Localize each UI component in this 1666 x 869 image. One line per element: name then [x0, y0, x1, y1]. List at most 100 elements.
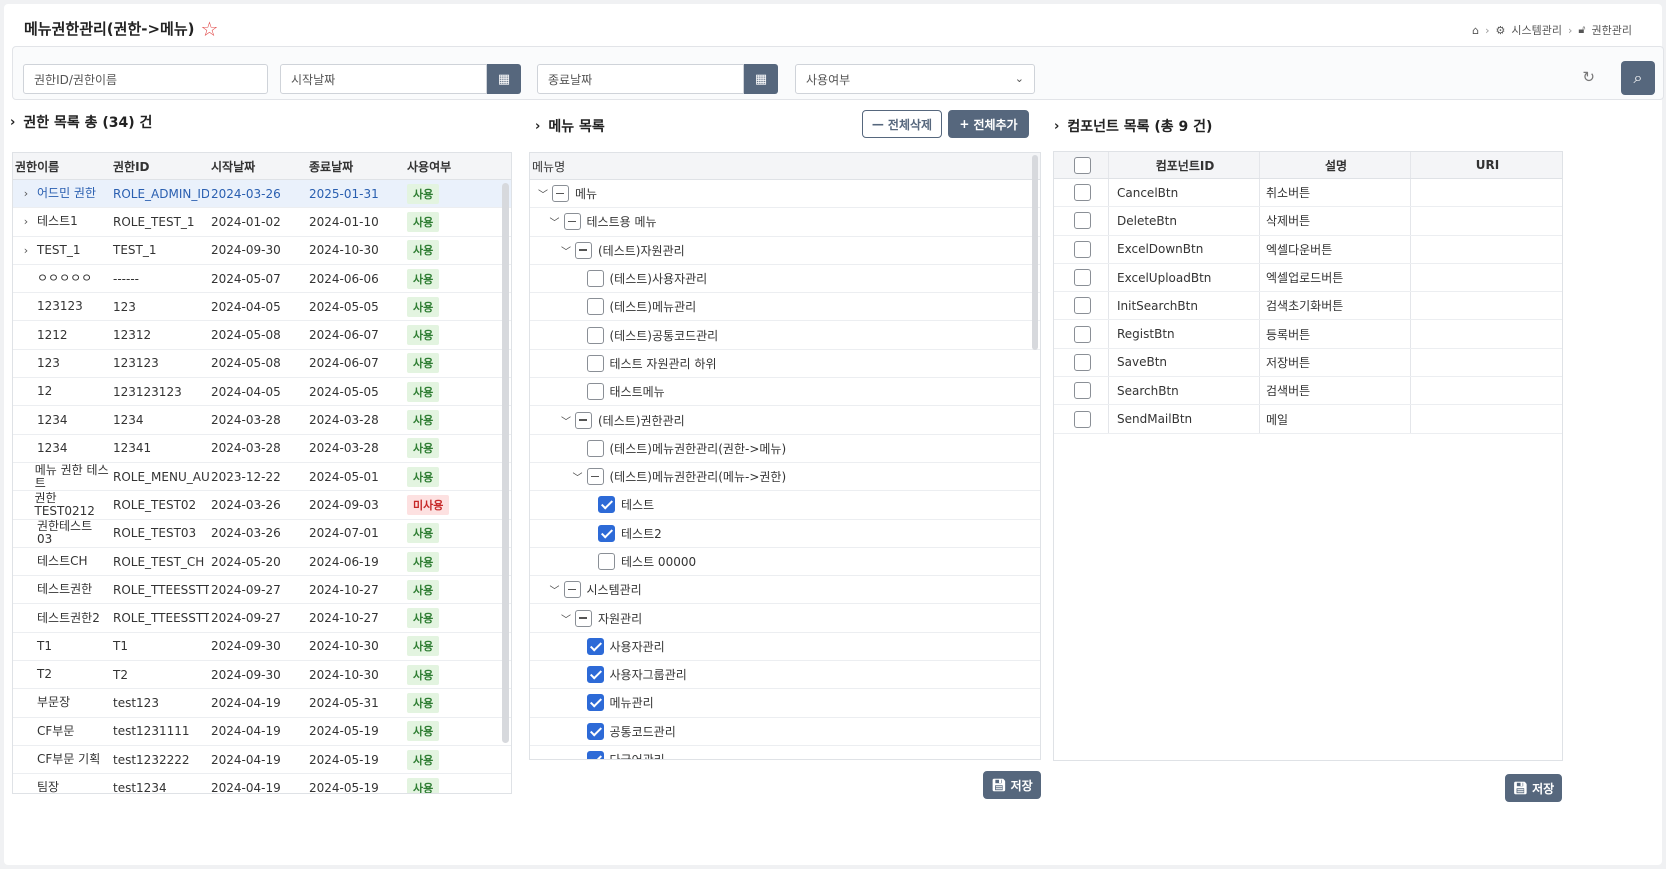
refresh-icon[interactable]: ↻: [1582, 68, 1595, 86]
use-select[interactable]: 사용여부 ⌄: [795, 64, 1035, 94]
breadcrumb-item-auth[interactable]: 권한관리: [1592, 22, 1632, 38]
col-comp-desc[interactable]: 설명: [1260, 152, 1411, 178]
favorite-star-icon[interactable]: ☆: [201, 19, 219, 39]
col-use[interactable]: 사용여부: [405, 158, 495, 175]
tree-checkbox[interactable]: [598, 496, 615, 514]
tree-item[interactable]: 테스트 00000: [530, 548, 1040, 577]
table-row[interactable]: 1234 1234 2024-03-28 2024-03-28 사용: [13, 406, 511, 435]
tree-checkbox[interactable]: [552, 185, 569, 203]
tree-item[interactable]: 테스트: [530, 491, 1040, 520]
table-row[interactable]: T1 T1 2024-09-30 2024-10-30 사용: [13, 633, 511, 662]
table-row[interactable]: CF부문 기획 test1232222 2024-04-19 2024-05-19 사용: [13, 746, 511, 775]
select-all-checkbox[interactable]: [1073, 156, 1091, 174]
tree-item[interactable]: ﹀ (테스트)메뉴권한관리(메뉴->권한): [530, 463, 1040, 492]
tree-checkbox[interactable]: [586, 751, 604, 759]
end-date-input[interactable]: 종료날짜: [537, 64, 744, 94]
menu-tree-scrollbar[interactable]: [1032, 155, 1038, 350]
row-checkbox[interactable]: [1073, 212, 1091, 230]
table-row[interactable]: 메뉴 권한 테스트 ROLE_MENU_AUTH2023-12-22 2024-05…: [13, 463, 511, 492]
table-row[interactable]: RegistBtn 등록버튼: [1054, 320, 1562, 349]
table-row[interactable]: SaveBtn 저장버튼: [1054, 348, 1562, 378]
table-row[interactable]: 권한테스트 03 ROLE_TEST03 2024-03-26 2024-07-01 사…: [13, 520, 511, 548]
table-row[interactable]: 12 123123123 2024-04-05 2024-05-05 사용: [13, 378, 511, 407]
table-row[interactable]: 테스트CH ROLE_TEST_CH 2024-05-20 2024-06-19 사용: [13, 548, 511, 577]
menu-save-button[interactable]: 💾︎ 저장: [983, 771, 1041, 799]
col-comp-id[interactable]: 컴포넌트ID: [1109, 152, 1260, 178]
tree-item[interactable]: 태스트메뉴: [530, 378, 1040, 407]
table-row[interactable]: 권한 TEST0212 ROLE_TEST02 2024-03-26 2024-09-…: [13, 491, 511, 520]
col-start-date[interactable]: 시작날짜: [209, 158, 307, 175]
tree-checkbox[interactable]: [586, 722, 604, 740]
add-all-button[interactable]: + 전체추가: [948, 110, 1029, 138]
row-checkbox[interactable]: [1073, 184, 1091, 202]
table-row[interactable]: 부문장 test123 2024-04-19 2024-05-31 사용: [13, 689, 511, 718]
tree-item[interactable]: (테스트)메뉴관리: [530, 293, 1040, 322]
search-button[interactable]: ⌕: [1621, 61, 1655, 95]
tree-item[interactable]: ﹀ 자원관리: [530, 604, 1040, 633]
table-row[interactable]: › 테스트1 ROLE_TEST_1 2024-01-02 2024-01-10 사용: [13, 208, 511, 237]
tree-checkbox[interactable]: [586, 354, 604, 372]
auth-grid-scrollbar[interactable]: [502, 183, 509, 743]
tree-checkbox[interactable]: [586, 468, 604, 486]
chevron-down-icon[interactable]: ﹀: [546, 214, 564, 229]
tree-item[interactable]: ﹀ (테스트)자원관리: [530, 237, 1040, 265]
table-row[interactable]: 테스트권한 ROLE_TTEESSTT_I2024-09-27 2024-10-27…: [13, 576, 511, 605]
delete-all-button[interactable]: — 전체삭제: [862, 110, 942, 138]
tree-checkbox[interactable]: [586, 383, 604, 401]
table-row[interactable]: ExcelUploadBtn 엑셀업로드버튼: [1054, 263, 1562, 293]
chevron-right-icon[interactable]: ›: [15, 215, 37, 228]
table-row[interactable]: 테스트권한2 ROLE_TTEESSTT_I2024-09-27 2024-10-2…: [13, 604, 511, 633]
table-row[interactable]: ㅇㅇㅇㅇㅇ ------ 2024-05-07 2024-06-06 사용: [13, 265, 511, 294]
tree-item[interactable]: 메뉴관리: [530, 689, 1040, 718]
col-auth-name[interactable]: 권한이름: [13, 158, 111, 175]
row-checkbox[interactable]: [1073, 325, 1091, 343]
tree-checkbox[interactable]: [563, 581, 581, 599]
table-row[interactable]: › 어드민 권한 ROLE_ADMIN_ID 2024-03-26 2025-01-31…: [13, 180, 511, 209]
tree-checkbox[interactable]: [586, 694, 604, 712]
tree-item[interactable]: ﹀ 테스트용 메뉴: [530, 208, 1040, 237]
chevron-down-icon[interactable]: ﹀: [534, 186, 552, 201]
chevron-down-icon[interactable]: ﹀: [546, 582, 564, 597]
tree-checkbox[interactable]: [586, 270, 604, 288]
comp-save-button[interactable]: 💾︎ 저장: [1505, 774, 1562, 802]
table-row[interactable]: CF부문 test1231111 2024-04-19 2024-05-19 사용: [13, 718, 511, 746]
table-row[interactable]: DeleteBtn 삭제버튼: [1054, 207, 1562, 236]
tree-item[interactable]: 사용자그룹관리: [530, 661, 1040, 690]
table-row[interactable]: ExcelDownBtn 엑셀다운버튼: [1054, 235, 1562, 264]
row-checkbox[interactable]: [1073, 353, 1091, 371]
breadcrumb-item-system[interactable]: 시스템관리: [1511, 22, 1562, 38]
tree-checkbox[interactable]: [586, 326, 604, 344]
col-auth-id[interactable]: 권한ID: [111, 158, 209, 175]
chevron-down-icon[interactable]: ﹀: [557, 413, 575, 428]
col-comp-uri[interactable]: URI: [1411, 152, 1562, 178]
tree-checkbox[interactable]: [586, 666, 604, 684]
chevron-down-icon[interactable]: ﹀: [569, 469, 587, 484]
tree-item[interactable]: ﹀ 시스템관리: [530, 576, 1040, 605]
col-end-date[interactable]: 종료날짜: [307, 158, 405, 175]
tree-checkbox[interactable]: [598, 524, 615, 542]
tree-checkbox[interactable]: [586, 298, 604, 316]
table-row[interactable]: SendMailBtn 메일: [1054, 405, 1562, 434]
tree-checkbox[interactable]: [575, 609, 592, 627]
chevron-down-icon[interactable]: ﹀: [557, 611, 575, 626]
table-row[interactable]: CancelBtn 취소버튼: [1054, 179, 1562, 208]
chevron-down-icon[interactable]: ﹀: [557, 243, 575, 258]
chevron-right-icon[interactable]: ›: [15, 244, 37, 257]
table-row[interactable]: InitSearchBtn 검색초기화버튼: [1054, 292, 1562, 321]
chevron-right-icon[interactable]: ›: [15, 187, 37, 200]
table-row[interactable]: 1234 12341 2024-03-28 2024-03-28 사용: [13, 435, 511, 463]
tree-item[interactable]: ﹀ (테스트)권한관리: [530, 406, 1040, 435]
tree-checkbox[interactable]: [563, 213, 581, 231]
tree-item[interactable]: (테스트)사용자관리: [530, 265, 1040, 294]
tree-checkbox[interactable]: [598, 553, 615, 570]
calendar-icon[interactable]: ▦: [744, 64, 778, 94]
auth-search-input[interactable]: 권한ID/권한이름: [23, 64, 268, 94]
tree-item[interactable]: 테스트 자원관리 하위: [530, 350, 1040, 379]
table-row[interactable]: › TEST_1 TEST_1 2024-09-30 2024-10-30 사용: [13, 237, 511, 265]
tree-item[interactable]: ﹀ 메뉴: [530, 180, 1040, 209]
tree-item[interactable]: 사용자관리: [530, 633, 1040, 662]
row-checkbox[interactable]: [1073, 382, 1091, 400]
table-row[interactable]: 123123 123 2024-04-05 2024-05-05 사용: [13, 293, 511, 322]
tree-checkbox[interactable]: [586, 637, 604, 655]
row-checkbox[interactable]: [1073, 240, 1091, 258]
